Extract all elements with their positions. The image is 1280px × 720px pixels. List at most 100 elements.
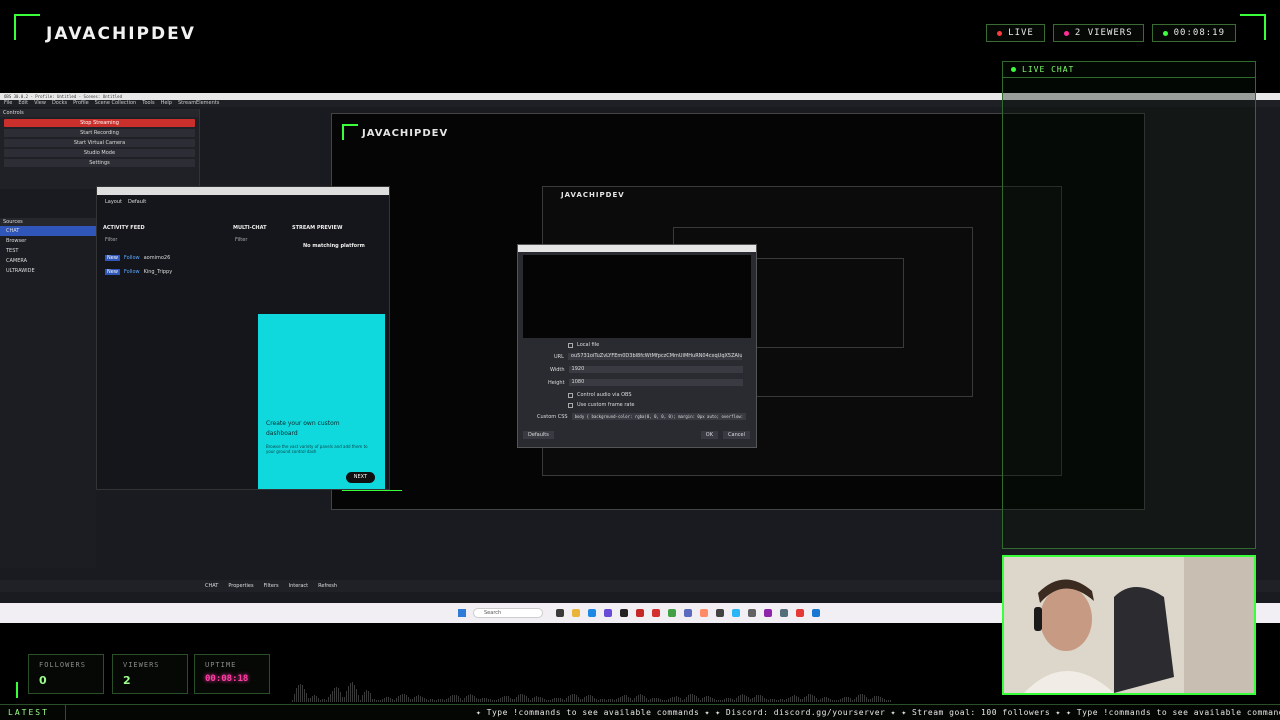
visualizer-bar bbox=[642, 694, 643, 702]
taskbar-search-input[interactable]: Search bbox=[473, 608, 543, 618]
gc-layout-select[interactable]: Default bbox=[128, 199, 146, 205]
taskview-icon[interactable] bbox=[556, 609, 564, 617]
visualizer-bar bbox=[658, 698, 659, 702]
start-icon[interactable] bbox=[458, 609, 466, 617]
menu-edit[interactable]: Edit bbox=[18, 100, 28, 107]
live-chat-dot-icon bbox=[1011, 67, 1016, 72]
local-file-checkbox[interactable]: Local file bbox=[568, 342, 599, 348]
preview-brand: JAVACHIPDEV bbox=[362, 128, 449, 139]
custom-frame-rate-checkbox[interactable]: Use custom frame rate bbox=[568, 402, 635, 408]
visualizer-bar bbox=[556, 697, 557, 702]
event-user: King_Trippy bbox=[143, 269, 173, 275]
interact-button[interactable]: Interact bbox=[289, 580, 309, 592]
app-icon[interactable] bbox=[604, 609, 612, 617]
visualizer-bar bbox=[598, 699, 599, 702]
multichat-filter[interactable]: Filter bbox=[235, 237, 247, 243]
visualizer-bar bbox=[588, 695, 589, 702]
app-icon[interactable] bbox=[748, 609, 756, 617]
ok-button[interactable]: OK bbox=[700, 431, 718, 439]
filters-button[interactable]: Filters bbox=[264, 580, 279, 592]
visualizer-bar bbox=[812, 694, 813, 702]
file-explorer-icon[interactable] bbox=[572, 609, 580, 617]
source-item-ultrawide[interactable]: ULTRAWIDE bbox=[0, 266, 96, 276]
menu-scene-collection[interactable]: Scene Collection bbox=[95, 100, 137, 107]
menu-help[interactable]: Help bbox=[161, 100, 172, 107]
source-item-test[interactable]: TEST bbox=[0, 246, 96, 256]
app-icon[interactable] bbox=[652, 609, 660, 617]
onboarding-card-body: Browse the vast variety of panels and ad… bbox=[266, 444, 368, 454]
app-icon[interactable] bbox=[668, 609, 676, 617]
obs-icon[interactable] bbox=[716, 609, 724, 617]
activity-filter[interactable]: Filter bbox=[105, 237, 117, 243]
next-button[interactable]: NEXT bbox=[345, 472, 375, 483]
visualizer-bar bbox=[574, 694, 575, 702]
app-icon[interactable] bbox=[812, 609, 820, 617]
app-icon[interactable] bbox=[764, 609, 772, 617]
viewers-badge: 2 VIEWERS bbox=[1052, 24, 1144, 42]
defaults-button[interactable]: Defaults bbox=[523, 431, 554, 439]
visualizer-bar bbox=[310, 698, 311, 702]
visualizer-bar bbox=[342, 697, 343, 702]
visualizer-bar bbox=[858, 695, 859, 702]
visualizer-bar bbox=[514, 698, 515, 702]
checkbox-icon bbox=[568, 392, 573, 398]
source-item-camera[interactable]: CAMERA bbox=[0, 256, 96, 266]
timer-badge: 00:08:19 bbox=[1151, 24, 1236, 42]
timer-dot-icon bbox=[1162, 30, 1168, 36]
menu-docks[interactable]: Docks bbox=[52, 100, 67, 107]
visualizer-bar bbox=[372, 698, 373, 702]
visualizer-bar bbox=[870, 699, 871, 702]
cancel-button[interactable]: Cancel bbox=[723, 431, 750, 439]
event-tag: New bbox=[105, 269, 120, 275]
source-item-chat[interactable]: CHAT bbox=[0, 226, 96, 236]
menu-profile[interactable]: Profile bbox=[73, 100, 89, 107]
viewers-label: 2 VIEWERS bbox=[1074, 28, 1133, 38]
css-field[interactable]: body { background-color: rgba(0, 0, 0, 0… bbox=[571, 413, 746, 420]
studio-mode-button[interactable]: Studio Mode bbox=[4, 149, 195, 157]
visualizer-bar bbox=[584, 696, 585, 702]
visualizer-bar bbox=[302, 685, 303, 702]
app-icon[interactable] bbox=[700, 609, 708, 617]
start-virtual-camera-button[interactable]: Start Virtual Camera bbox=[4, 139, 195, 147]
properties-button[interactable]: Properties bbox=[228, 580, 253, 592]
visualizer-bar bbox=[470, 694, 471, 702]
event-tag: New bbox=[105, 255, 120, 261]
menu-file[interactable]: File bbox=[4, 100, 12, 107]
url-field[interactable]: ou5731oiTuZvLYFEm0D3bl8fcWtMfpczCMmUiMHu… bbox=[567, 353, 742, 360]
visualizer-bar bbox=[446, 699, 447, 702]
visualizer-bar bbox=[398, 696, 399, 702]
app-icon[interactable] bbox=[796, 609, 804, 617]
visualizer-bar bbox=[846, 696, 847, 702]
visualizer-bar bbox=[512, 699, 513, 702]
visualizer-bar bbox=[872, 697, 873, 702]
live-label: LIVE bbox=[1008, 28, 1034, 38]
height-field[interactable]: 1080 bbox=[568, 379, 743, 386]
app-icon[interactable] bbox=[684, 609, 692, 617]
start-recording-button[interactable]: Start Recording bbox=[4, 129, 195, 137]
app-icon[interactable] bbox=[732, 609, 740, 617]
app-icon[interactable] bbox=[636, 609, 644, 617]
menu-streamelements[interactable]: StreamElements bbox=[178, 100, 219, 107]
visualizer-bar bbox=[300, 683, 301, 702]
visualizer-bar bbox=[296, 688, 297, 702]
source-item-browser[interactable]: Browser bbox=[0, 236, 96, 246]
width-field[interactable]: 1920 bbox=[568, 366, 743, 373]
visualizer-bar bbox=[590, 695, 591, 702]
browser-icon[interactable] bbox=[588, 609, 596, 617]
terminal-icon[interactable] bbox=[620, 609, 628, 617]
visualizer-bar bbox=[706, 696, 707, 702]
menu-view[interactable]: View bbox=[34, 100, 46, 107]
control-audio-checkbox[interactable]: Control audio via OBS bbox=[568, 392, 632, 398]
settings-button[interactable]: Settings bbox=[4, 159, 195, 167]
menu-tools[interactable]: Tools bbox=[142, 100, 154, 107]
visualizer-bar bbox=[430, 699, 431, 702]
visualizer-bar bbox=[604, 699, 605, 702]
visualizer-bar bbox=[420, 695, 421, 702]
refresh-button[interactable]: Refresh bbox=[318, 580, 337, 592]
visualizer-bar bbox=[880, 696, 881, 702]
stop-streaming-button[interactable]: Stop Streaming bbox=[4, 119, 195, 127]
visualizer-bar bbox=[364, 691, 365, 702]
visualizer-bar bbox=[506, 696, 507, 702]
visualizer-bar bbox=[384, 698, 385, 702]
app-icon[interactable] bbox=[780, 609, 788, 617]
